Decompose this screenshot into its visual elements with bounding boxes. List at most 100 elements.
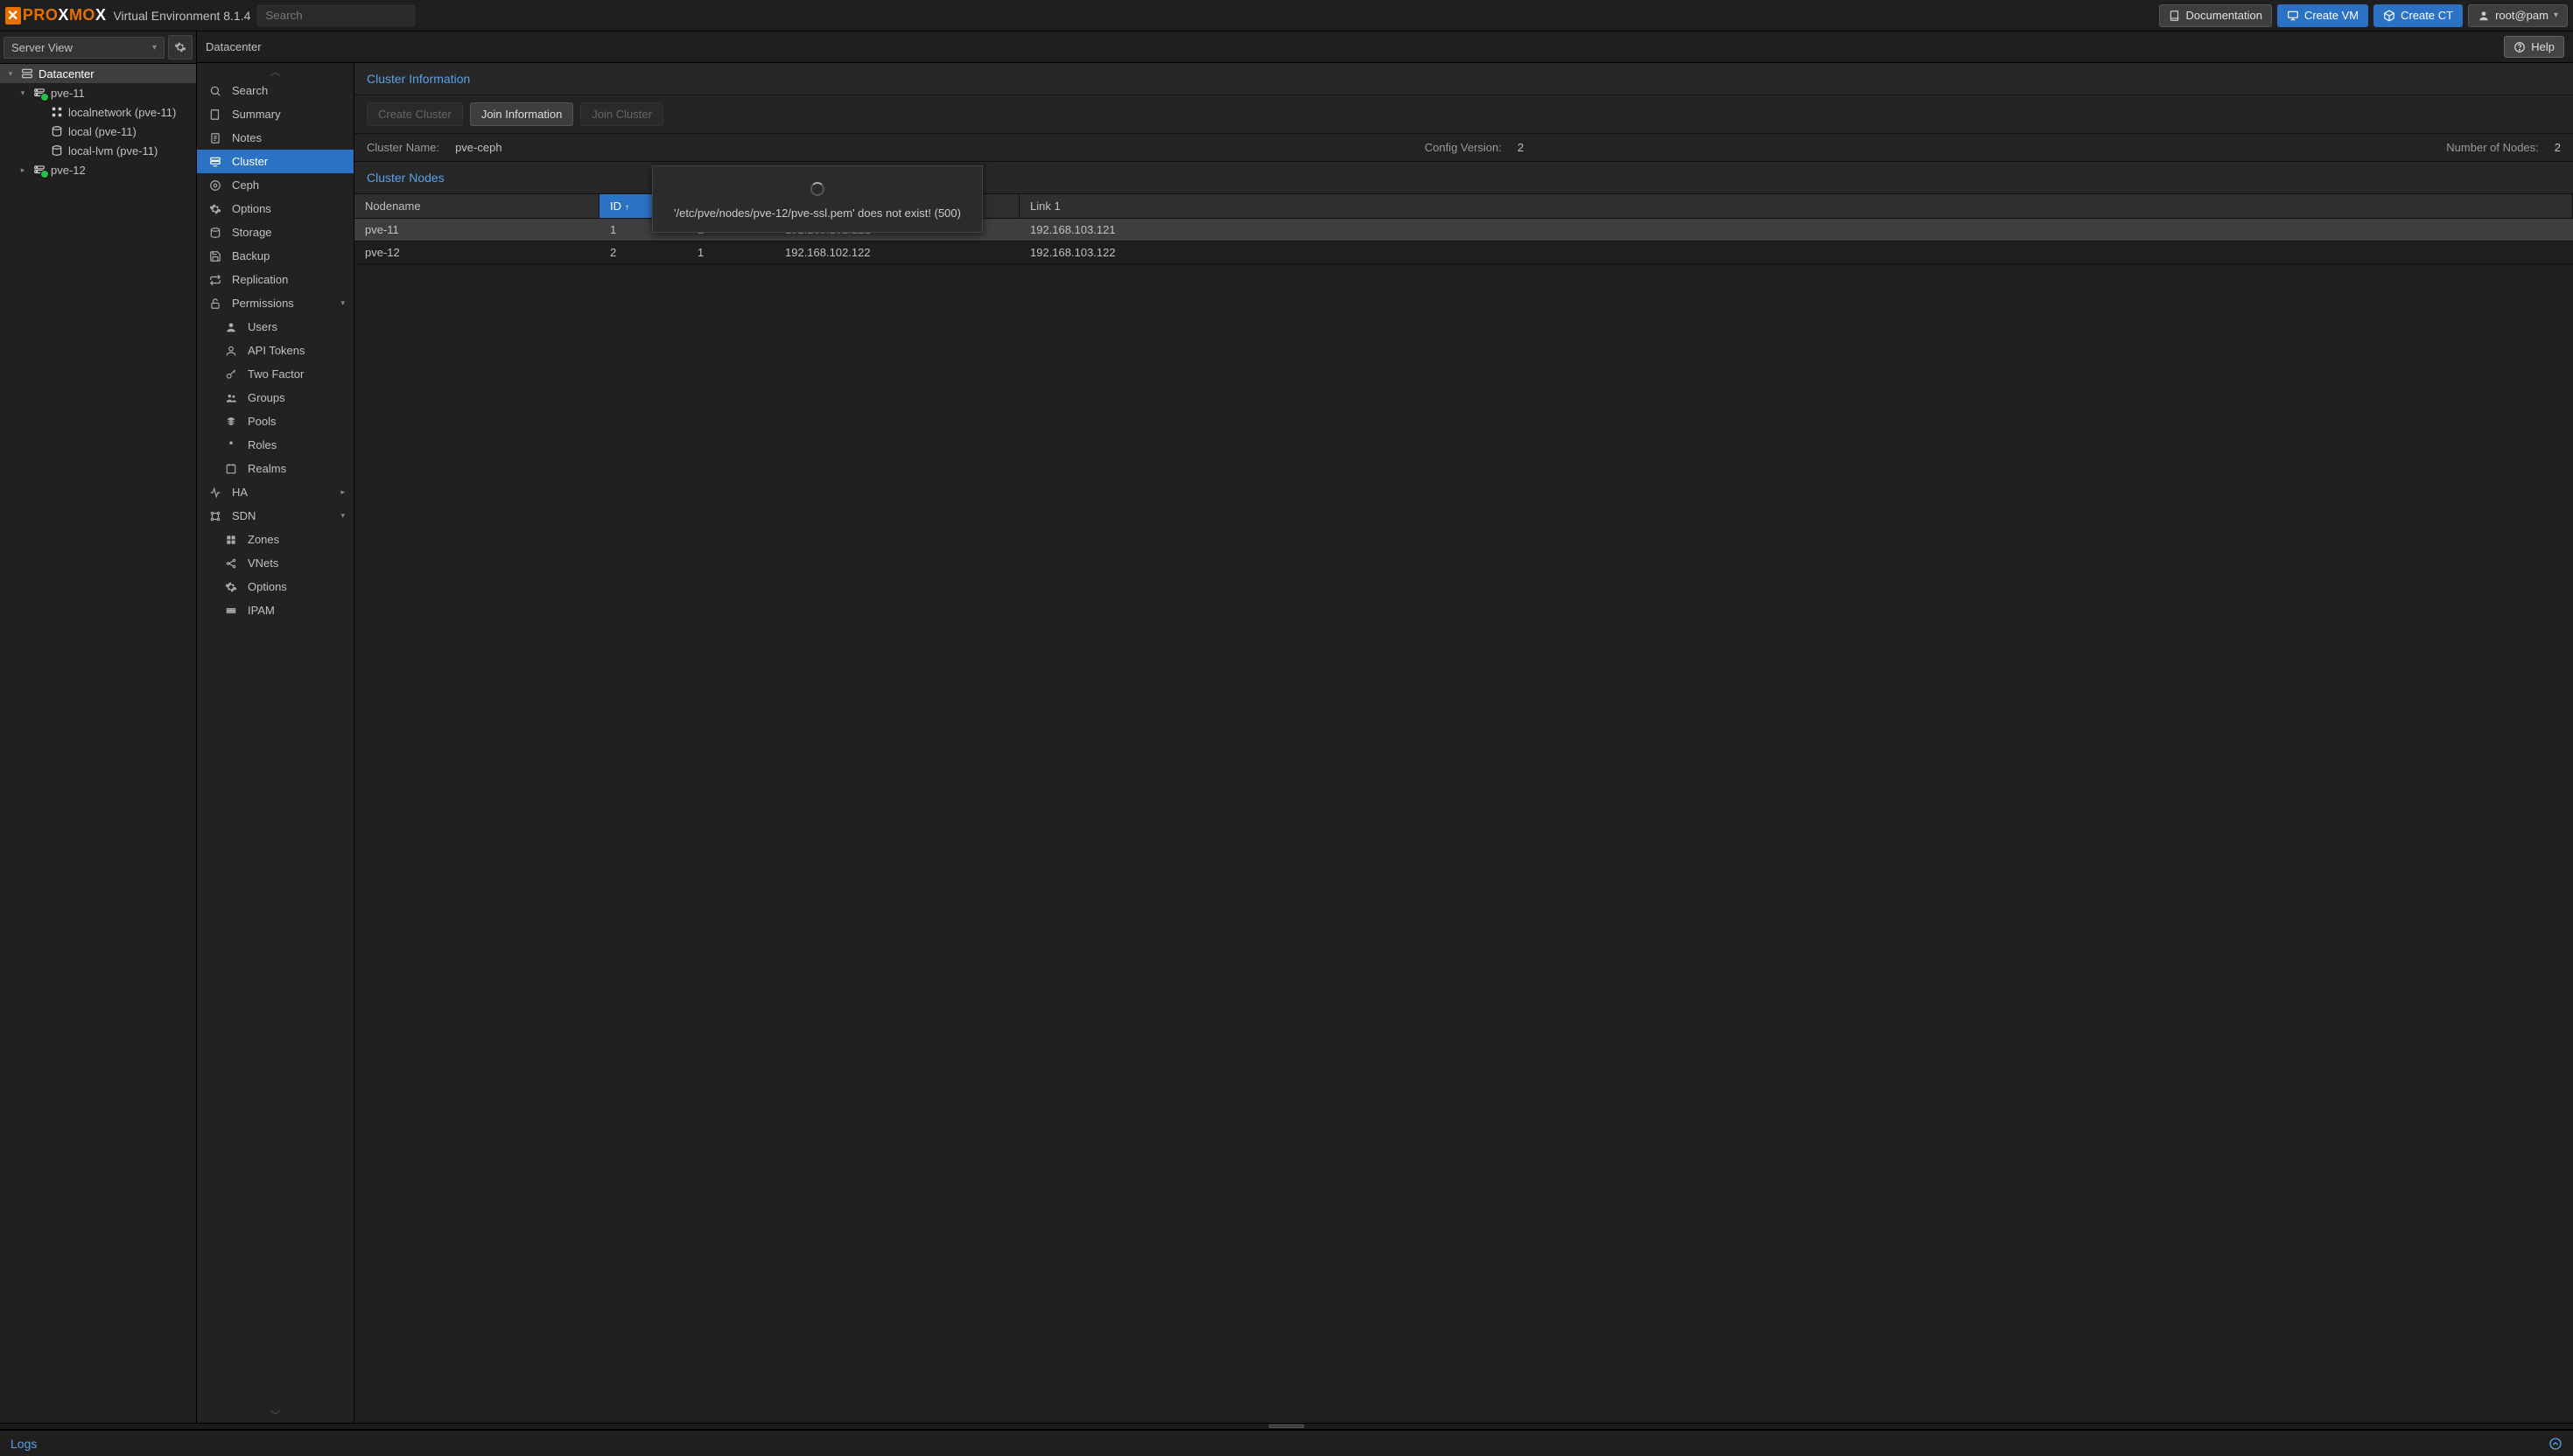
db-icon	[207, 227, 223, 239]
nav-item-users[interactable]: Users	[197, 315, 354, 339]
note-icon	[207, 132, 223, 144]
nav-item-vnets[interactable]: VNets	[197, 551, 354, 575]
nav-item-label: Options	[248, 580, 287, 593]
global-search	[257, 5, 415, 26]
content-area: ︿ SearchSummaryNotesClusterCephOptionsSt…	[197, 63, 2573, 1423]
user-menu-button[interactable]: root@pam ▾	[2468, 4, 2568, 27]
nav-item-label: Two Factor	[248, 368, 304, 381]
nav-item-roles[interactable]: Roles	[197, 433, 354, 457]
nav-item-label: Permissions	[232, 297, 294, 310]
collapse-down-button[interactable]: ﹀	[197, 1407, 354, 1423]
nav-item-label: Storage	[232, 226, 272, 239]
cluster-toolbar: Create Cluster Join Information Join Clu…	[354, 95, 2573, 134]
brand-text-x2: X	[95, 6, 107, 24]
tree-item-storage-local[interactable]: local (pve-11)	[0, 122, 196, 141]
column-nodename[interactable]: Nodename	[354, 194, 599, 218]
nav-item-options[interactable]: Options	[197, 575, 354, 598]
gear-icon	[174, 41, 186, 53]
documentation-button[interactable]: Documentation	[2159, 4, 2272, 27]
tree-item-node-pve12[interactable]: ▸ pve-12	[0, 160, 196, 179]
nav-item-two-factor[interactable]: Two Factor	[197, 362, 354, 386]
nav-item-storage[interactable]: Storage	[197, 220, 354, 244]
proxmox-logo: ✕ PROXMOX	[5, 6, 106, 24]
tree-twisty-icon[interactable]: ▾	[5, 69, 16, 79]
nav-item-label: Notes	[232, 131, 262, 144]
nav-item-permissions[interactable]: Permissions▾	[197, 291, 354, 315]
table-row[interactable]: pve-1221192.168.102.122192.168.103.122	[354, 242, 2573, 264]
nav-item-replication[interactable]: Replication	[197, 268, 354, 291]
nav-item-zones[interactable]: Zones	[197, 528, 354, 551]
tree-item-storage-locallvm[interactable]: local-lvm (pve-11)	[0, 141, 196, 160]
token-icon	[223, 345, 239, 357]
nav-item-sdn[interactable]: SDN▾	[197, 504, 354, 528]
pool-icon	[223, 416, 239, 428]
chevron-right-icon: ▸	[340, 487, 345, 497]
breadcrumb: Datacenter	[206, 40, 262, 53]
view-selector-row: Server View ▾	[0, 32, 196, 64]
nav-item-notes[interactable]: Notes	[197, 126, 354, 150]
tree-item-datacenter[interactable]: ▾ Datacenter	[0, 64, 196, 83]
breadcrumb-bar: Datacenter Help	[197, 32, 2573, 63]
right-column: Datacenter Help ︿ Search Summary Notes Clus…	[197, 32, 2573, 1423]
product-version: Virtual Environment 8.1.4	[113, 9, 250, 23]
resource-tree: ▾ Datacenter ▾ pve-11 localnetwork (pve-…	[0, 64, 196, 1423]
nav-item-pools[interactable]: Pools	[197, 410, 354, 433]
brand: ✕ PROXMOX Virtual Environment 8.1.4	[5, 6, 250, 24]
create-vm-button[interactable]: Create VM	[2277, 4, 2368, 27]
zone-icon	[223, 534, 239, 546]
nav-item-ha[interactable]: HA ▸	[197, 480, 354, 504]
cell-link1: 192.168.103.122	[1020, 242, 2573, 263]
nav-item-label: HA	[232, 486, 248, 499]
column-link1[interactable]: Link 1	[1020, 194, 2573, 218]
tree-label: Datacenter	[39, 67, 95, 80]
error-message: '/etc/pve/nodes/pve-12/pve-ssl.pem' does…	[674, 206, 961, 220]
chevron-down-icon: ▾	[152, 43, 157, 52]
logs-expand-button[interactable]	[2548, 1437, 2562, 1451]
tree-twisty-icon[interactable]: ▾	[18, 88, 28, 98]
tree-label: local (pve-11)	[68, 125, 137, 138]
nav-item-label: Realms	[248, 462, 286, 475]
nav-item-search[interactable]: Search	[197, 79, 354, 102]
nav-item-realms[interactable]: Realms	[197, 457, 354, 480]
search-input[interactable]	[257, 5, 415, 26]
help-button[interactable]: Help	[2504, 36, 2564, 58]
storage-icon	[49, 124, 65, 138]
cell-nodename: pve-11	[354, 219, 599, 241]
create-ct-button[interactable]: Create CT	[2373, 4, 2463, 27]
tree-item-node-pve11[interactable]: ▾ pve-11	[0, 83, 196, 102]
nav-item-label: Roles	[248, 438, 277, 452]
nav-item-label: Search	[232, 84, 268, 97]
nav-item-ceph[interactable]: Ceph	[197, 173, 354, 197]
spinner-icon	[810, 182, 824, 196]
nav-item-ipam[interactable]: IPAM	[197, 598, 354, 622]
ha-icon	[207, 486, 223, 499]
sdn-icon	[207, 510, 223, 522]
cluster-icon	[207, 156, 223, 168]
log-splitter[interactable]	[0, 1423, 2573, 1430]
nav-item-backup[interactable]: Backup	[197, 244, 354, 268]
network-icon	[49, 105, 65, 119]
config-version-pair: Config Version: 2	[1425, 141, 1524, 154]
collapse-up-button[interactable]: ︿	[197, 63, 354, 79]
tree-item-network[interactable]: localnetwork (pve-11)	[0, 102, 196, 122]
cell-votes: 1	[687, 242, 775, 263]
view-selector[interactable]: Server View ▾	[4, 37, 165, 59]
node-icon	[32, 163, 47, 177]
tree-label: pve-12	[51, 164, 86, 177]
nav-item-label: Groups	[248, 391, 285, 404]
nav-item-options[interactable]: Options	[197, 197, 354, 220]
user-icon	[2478, 10, 2490, 22]
tree-twisty-icon[interactable]: ▸	[18, 165, 28, 175]
nav-item-groups[interactable]: Groups	[197, 386, 354, 410]
config-version-value: 2	[1518, 141, 1524, 154]
nav-item-label: Summary	[232, 108, 281, 121]
nav-item-summary[interactable]: Summary	[197, 102, 354, 126]
view-settings-button[interactable]	[168, 35, 193, 60]
cell-id: 2	[599, 242, 687, 263]
nav-item-cluster[interactable]: Cluster	[197, 150, 354, 173]
nav-item-label: Cluster	[232, 155, 268, 168]
join-information-button[interactable]: Join Information	[470, 102, 574, 126]
nav-item-api-tokens[interactable]: API Tokens	[197, 339, 354, 362]
cell-link1: 192.168.103.121	[1020, 219, 2573, 241]
main-panel: Cluster Information Create Cluster Join …	[354, 63, 2573, 1423]
